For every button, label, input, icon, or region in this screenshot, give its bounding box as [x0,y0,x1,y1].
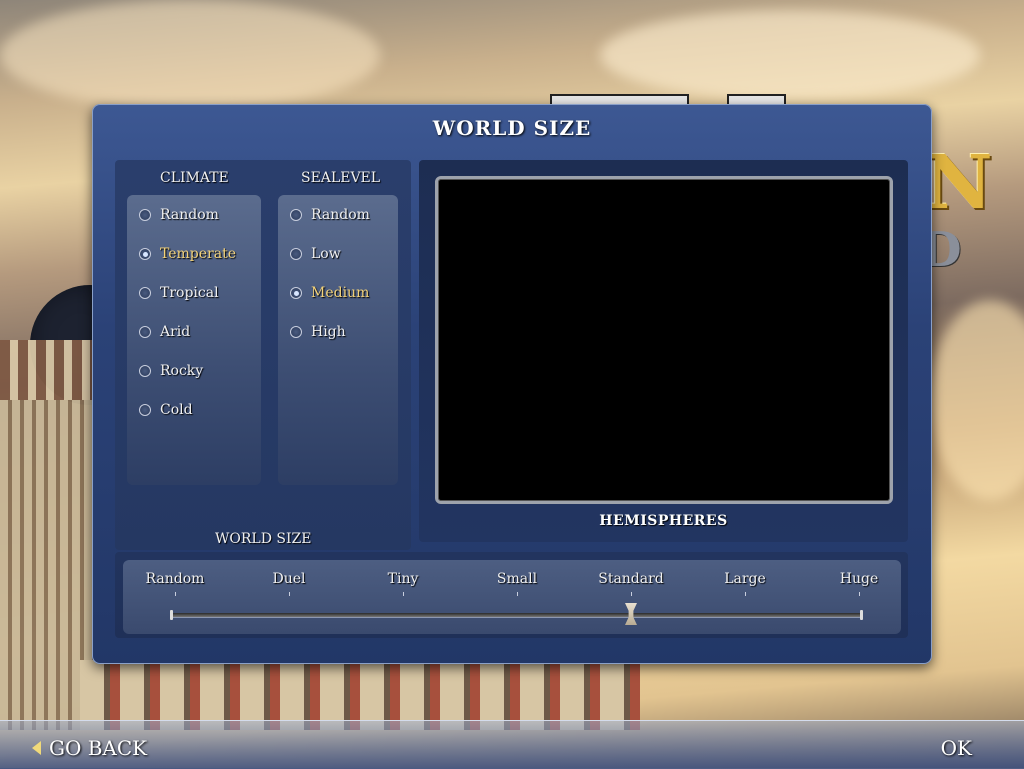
option-label: Arid [160,324,191,340]
slider-tick [403,592,404,596]
world-size-slider-track[interactable] [171,613,863,617]
option-label: Tropical [160,285,219,301]
climate-option-tropical[interactable]: Tropical [139,285,219,301]
options-panel: CLIMATE SEALEVEL Random Temperate Tropic… [115,160,411,550]
go-back-button[interactable]: GO BACK [32,736,147,760]
slider-track-end [170,610,173,620]
option-label: Rocky [160,363,204,379]
slider-tick [517,592,518,596]
size-option-large[interactable]: Large [724,571,766,587]
map-type-caption: HEMISPHERES [599,513,728,529]
slider-tick [859,592,860,596]
size-option-small[interactable]: Small [497,571,537,587]
background-cloud [930,300,1024,500]
background-logo-letter: N [925,140,993,226]
slider-tick [289,592,290,596]
climate-option-cold[interactable]: Cold [139,402,193,418]
bottom-navigation-bar: GO BACK OK [0,720,1024,769]
size-option-standard[interactable]: Standard [598,571,664,587]
option-label: Random [311,207,370,223]
slider-tick [745,592,746,596]
sealevel-option-high[interactable]: High [290,324,346,340]
world-size-selector: Random Duel Tiny Small Standard Large Hu… [115,552,908,638]
sealevel-option-random[interactable]: Random [290,207,370,223]
climate-option-temperate[interactable]: Temperate [139,246,236,262]
option-label: Medium [311,285,370,301]
slider-tick [175,592,176,596]
option-label: Random [160,207,219,223]
radio-selected-icon [290,287,302,299]
sealevel-option-low[interactable]: Low [290,246,341,262]
ok-button[interactable]: OK [941,736,972,760]
size-option-random[interactable]: Random [146,571,205,587]
option-label: Cold [160,402,193,418]
background-cloud [600,10,980,100]
go-back-label: GO BACK [49,736,148,760]
sealevel-option-medium[interactable]: Medium [290,285,369,301]
background-cloud [0,0,380,110]
radio-empty-icon [290,248,302,260]
world-size-dialog: WORLD SIZE CLIMATE SEALEVEL Random Tempe… [92,104,932,664]
sealevel-options: Random Low Medium High [278,195,398,485]
radio-empty-icon [139,404,151,416]
slider-track-end [860,610,863,620]
preview-panel: HEMISPHERES [419,160,908,542]
radio-empty-icon [139,287,151,299]
dialog-title: WORLD SIZE [432,116,592,140]
radio-empty-icon [290,209,302,221]
radio-empty-icon [139,326,151,338]
radio-selected-icon [139,248,151,260]
size-option-tiny[interactable]: Tiny [388,571,419,587]
chevron-left-icon [32,741,41,755]
slider-tick [631,592,632,596]
radio-empty-icon [139,209,151,221]
radio-empty-icon [139,365,151,377]
option-label: High [311,324,346,340]
option-label: Temperate [160,246,237,262]
radio-empty-icon [290,326,302,338]
size-option-huge[interactable]: Huge [840,571,878,587]
climate-header: CLIMATE [160,170,229,186]
sealevel-header: SEALEVEL [301,170,381,186]
climate-option-rocky[interactable]: Rocky [139,363,203,379]
map-preview [435,176,893,504]
size-option-duel[interactable]: Duel [272,571,305,587]
option-label: Low [311,246,341,262]
climate-option-arid[interactable]: Arid [139,324,190,340]
world-size-section-label: WORLD SIZE [215,531,312,547]
world-size-slider-area: Random Duel Tiny Small Standard Large Hu… [123,560,901,634]
climate-option-random[interactable]: Random [139,207,219,223]
climate-options: Random Temperate Tropical Arid Rocky Col… [127,195,261,485]
